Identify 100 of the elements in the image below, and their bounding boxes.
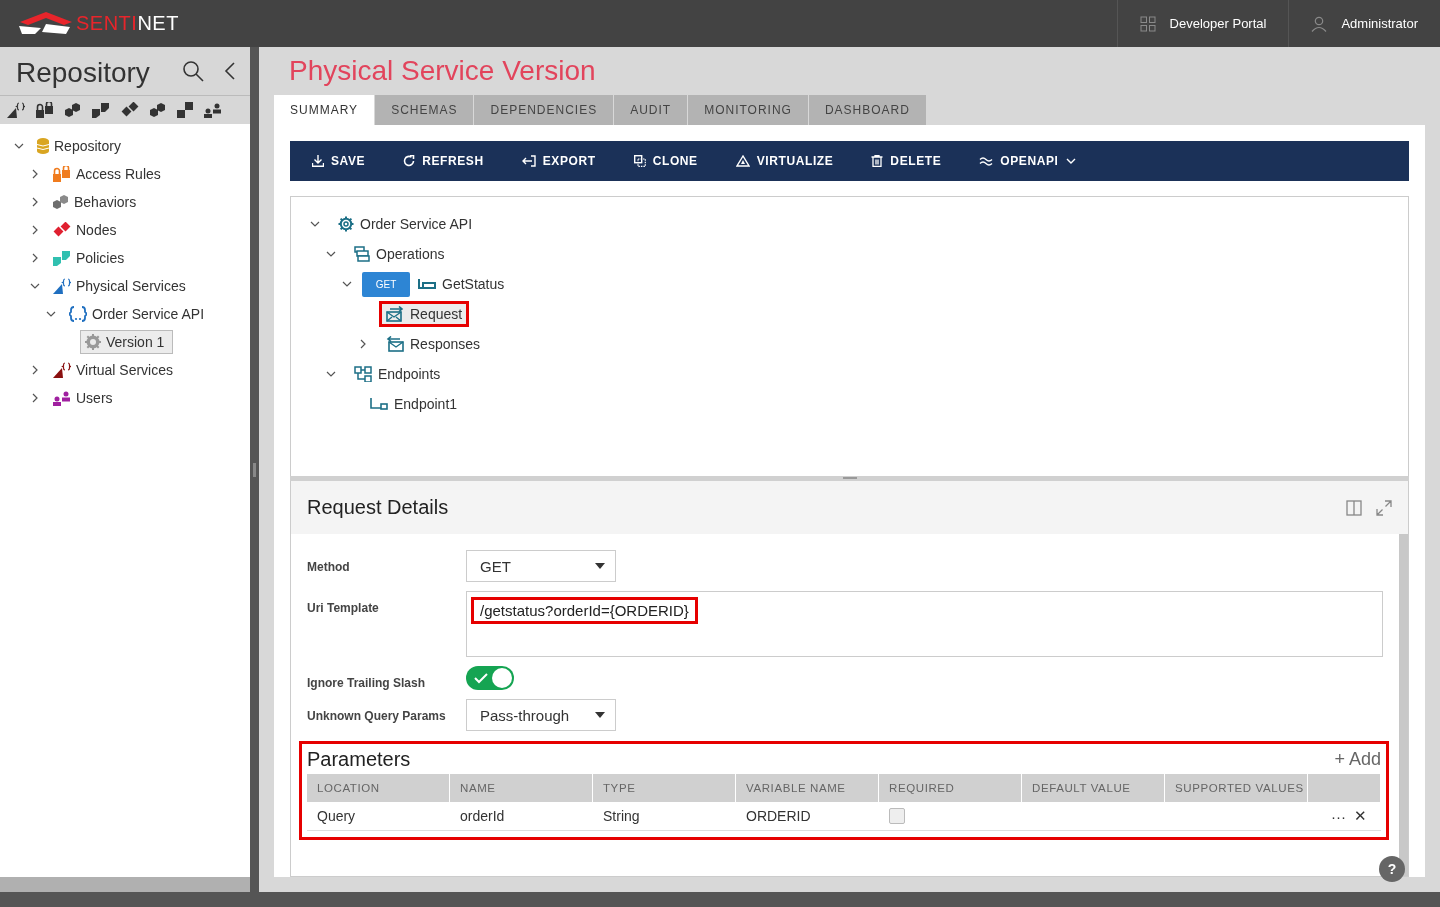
toolbar-button[interactable]: VIRTUALIZE (735, 154, 834, 168)
table-cell: orderId (450, 802, 593, 831)
tree-item[interactable]: Request (379, 301, 470, 327)
warning-triangle-icon (735, 155, 750, 167)
toolbar-button[interactable]: DELETE (871, 154, 942, 168)
tree-item[interactable]: Order Service API (331, 211, 480, 237)
column-header: VARIABLE NAME (736, 774, 879, 802)
split-view-icon[interactable] (1346, 499, 1362, 516)
tree-item[interactable]: Operations (347, 241, 452, 267)
chevron-right-icon[interactable] (30, 365, 40, 375)
caret-down-icon (595, 563, 605, 569)
add-link[interactable]: + Add (1334, 748, 1381, 770)
chevron-down-icon[interactable] (342, 279, 352, 289)
column-header: REQUIRED (879, 774, 1022, 802)
chevron-down-icon[interactable] (14, 141, 24, 151)
tab[interactable]: MONITORING (688, 95, 808, 125)
tree-item[interactable]: Policies (48, 246, 134, 270)
triangle-braces-icon (53, 278, 71, 294)
panel-title: Repository (16, 57, 151, 89)
tree-item[interactable]: Nodes (48, 218, 126, 242)
filter-button[interactable] (36, 102, 54, 118)
stacked-pages-icon (354, 246, 370, 262)
filter-button[interactable] (204, 102, 222, 118)
remove-button[interactable]: ✕ (1354, 807, 1367, 825)
logo-text: SENTINET (76, 12, 179, 35)
chevron-down-icon (1065, 158, 1076, 164)
chevron-down-icon[interactable] (326, 249, 336, 259)
filter-button[interactable] (92, 102, 110, 118)
tree-item[interactable]: Access Rules (48, 162, 170, 186)
copy-icon (633, 155, 646, 167)
refresh-icon (403, 155, 416, 167)
chevron-right-icon[interactable] (30, 169, 40, 179)
gear-icon (85, 334, 101, 350)
chevron-down-icon[interactable] (30, 281, 40, 291)
collapse-icon[interactable] (224, 61, 236, 81)
braces-icon (69, 306, 87, 322)
chevron-down-icon[interactable] (326, 369, 336, 379)
envelope-arrow-icon (386, 306, 404, 322)
toolbar-button[interactable]: OPENAPI (979, 154, 1076, 168)
chevron-down-icon[interactable] (310, 219, 320, 229)
tree-item[interactable]: Version 1 (80, 330, 174, 354)
filter-button[interactable] (177, 102, 193, 118)
tab[interactable]: AUDIT (614, 95, 688, 125)
chevron-right-icon[interactable] (358, 339, 368, 349)
filter-button[interactable] (65, 102, 81, 118)
checkbox[interactable] (889, 808, 905, 824)
tab[interactable]: DASHBOARD (808, 95, 926, 125)
tree-item[interactable]: Virtual Services (48, 358, 182, 382)
chevron-right-icon[interactable] (30, 197, 40, 207)
filter-button[interactable] (121, 102, 139, 118)
filter-button[interactable] (7, 102, 25, 118)
tree-item[interactable]: Users (48, 386, 122, 410)
grid-icon (1139, 15, 1156, 32)
chevron-right-icon[interactable] (30, 253, 40, 263)
tree-item[interactable]: Repository (32, 134, 130, 158)
page-title: Physical Service Version (288, 54, 597, 88)
field-label: Uri Template (307, 600, 380, 615)
chevron-right-icon[interactable] (30, 393, 40, 403)
toolbar-button[interactable]: EXPORT (521, 154, 596, 168)
toolbar-button[interactable]: SAVE (312, 154, 366, 168)
caret-down-icon (595, 712, 605, 718)
tree-item[interactable]: Physical Services (48, 274, 195, 298)
tree-item[interactable]: Behaviors (48, 190, 146, 214)
bracket-icon (418, 278, 436, 290)
dropdown[interactable]: Pass-through (466, 699, 616, 731)
more-button[interactable]: ··· (1331, 807, 1346, 825)
filter-button[interactable] (150, 102, 166, 118)
scrollbar[interactable] (1399, 534, 1408, 876)
field-label: Ignore Trailing Slash (307, 675, 427, 690)
toolbar-button[interactable]: REFRESH (403, 154, 484, 168)
column-header: LOCATION (307, 774, 450, 802)
toggle-switch[interactable] (466, 666, 514, 690)
tree-item[interactable]: Endpoints (347, 361, 448, 387)
tree-item[interactable]: Endpoint1 (363, 391, 465, 417)
column-header: TYPE (593, 774, 736, 802)
method-badge: GET (362, 271, 410, 297)
text-area[interactable]: /getstatus?orderId={ORDERID} (466, 591, 1383, 657)
users-icon (53, 390, 71, 406)
search-icon[interactable] (182, 60, 204, 82)
endpoint-icon (370, 398, 388, 410)
dropdown[interactable]: GET (466, 550, 616, 582)
chevron-right-icon[interactable] (30, 225, 40, 235)
tab[interactable]: SCHEMAS (375, 95, 474, 125)
tree-item[interactable]: GetStatus (411, 271, 512, 297)
chevron-down-icon[interactable] (46, 309, 56, 319)
squares-icon (53, 250, 71, 266)
tree-item[interactable]: Responses (379, 331, 488, 357)
expand-icon[interactable] (1376, 499, 1392, 516)
column-header: NAME (450, 774, 593, 802)
tree-item[interactable]: Order Service API (64, 302, 214, 326)
tab[interactable]: DEPENDENCIES (474, 95, 614, 125)
field-label: Method (307, 559, 351, 574)
help-button[interactable]: ? (1379, 856, 1405, 882)
hierarchy-icon (354, 366, 372, 382)
hexagons-icon (53, 194, 69, 210)
panel-title: Request Details (307, 496, 450, 519)
table-cell: Query (307, 802, 450, 831)
tab[interactable]: SUMMARY (274, 95, 375, 125)
toolbar-button[interactable]: CLONE (633, 154, 698, 168)
user-icon (1311, 15, 1328, 32)
